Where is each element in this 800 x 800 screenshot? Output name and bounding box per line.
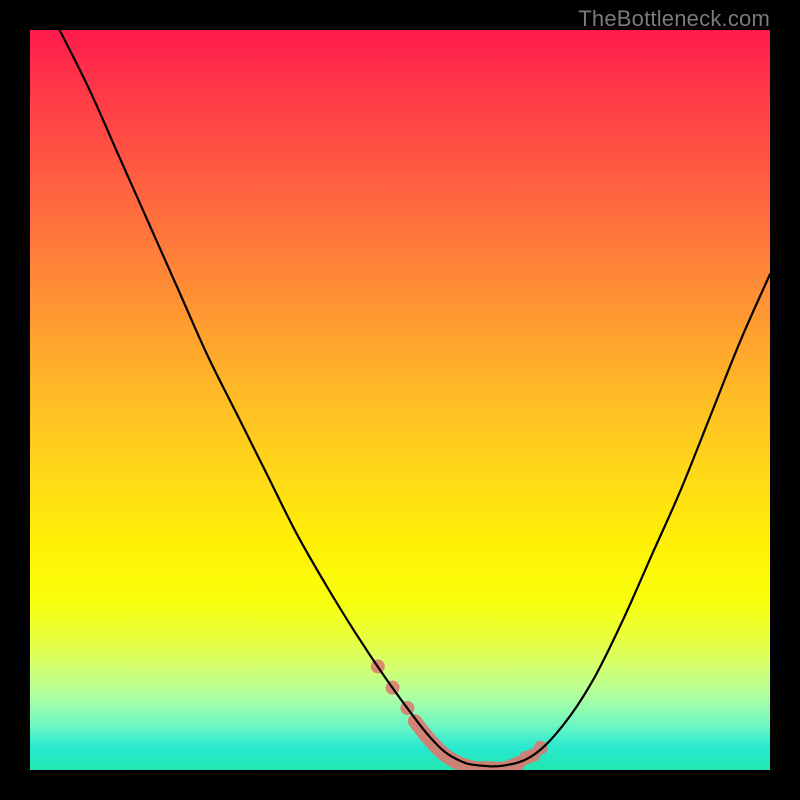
chart-frame: TheBottleneck.com xyxy=(0,0,800,800)
highlight-dots xyxy=(371,659,548,764)
chart-overlay xyxy=(30,30,770,770)
attribution-text: TheBottleneck.com xyxy=(578,6,770,32)
bottleneck-curve xyxy=(60,30,770,766)
optimal-range-highlight xyxy=(415,721,519,769)
plot-area xyxy=(30,30,770,770)
